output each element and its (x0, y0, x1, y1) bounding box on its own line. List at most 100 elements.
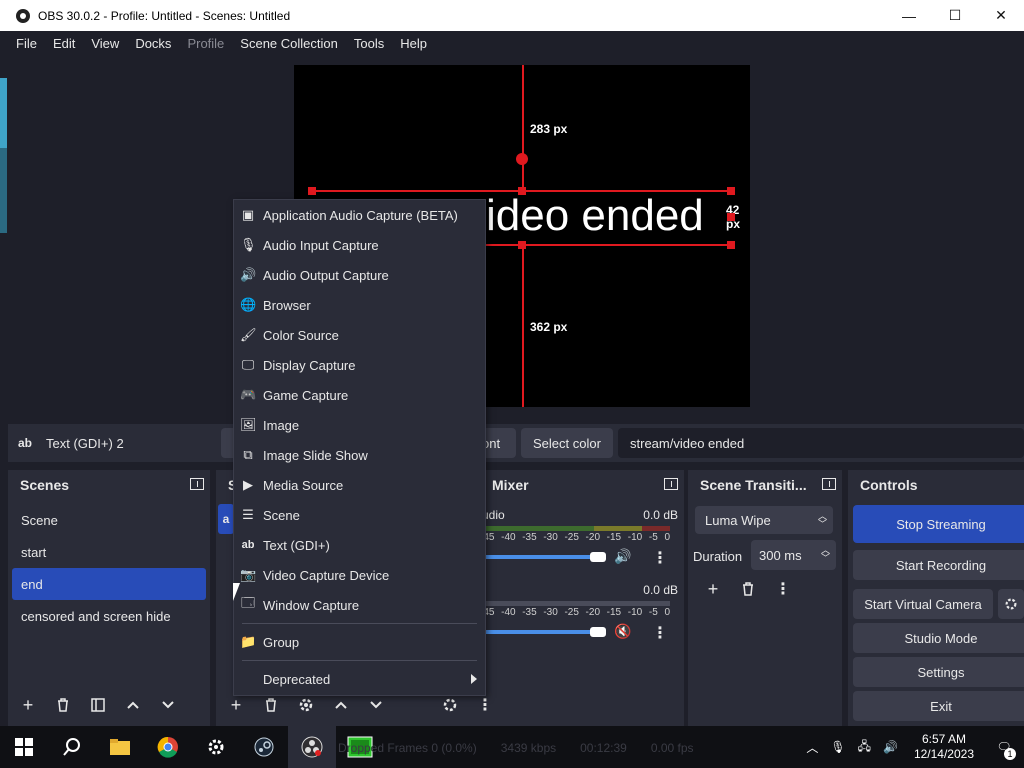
start-recording-button[interactable]: Start Recording (853, 550, 1024, 580)
resize-handle-t[interactable] (518, 187, 526, 195)
resize-handle-r[interactable] (727, 213, 735, 221)
slideshow-icon: ⧉ (243, 447, 253, 462)
menu-tools[interactable]: Tools (346, 36, 392, 51)
add-transition-button[interactable]: + (698, 575, 728, 603)
selected-source-name: Text (GDI+) 2 (46, 435, 124, 451)
settings-app-button[interactable] (192, 726, 240, 768)
text-source-icon: ab (18, 436, 33, 450)
selected-source: ab Text (GDI+) 2 (8, 436, 218, 451)
menu-item-image[interactable]: 🖼 Image (234, 410, 485, 440)
menu-scene-collection[interactable]: Scene Collection (232, 36, 346, 51)
network-icon[interactable]: 🖧 (858, 737, 871, 758)
menu-item-media-source[interactable]: ▶ Media Source (234, 470, 485, 500)
dock-float-icon[interactable] (190, 478, 204, 490)
add-scene-button[interactable]: + (13, 691, 43, 719)
menu-item-window-capture[interactable]: 🗔 Window Capture (234, 590, 485, 620)
dock-float-icon[interactable] (822, 478, 836, 490)
search-button[interactable] (48, 726, 96, 768)
menu-item-color-source[interactable]: 🖌 Color Source (234, 320, 485, 350)
menu-item-scene[interactable]: ☰ Scene (234, 500, 485, 530)
menu-profile[interactable]: Profile (179, 36, 232, 51)
resize-handle-b[interactable] (518, 241, 526, 249)
microphone-icon[interactable]: 🎙 (830, 740, 845, 754)
maximize-button[interactable]: ☐ (932, 0, 978, 31)
menu-edit[interactable]: Edit (45, 36, 83, 51)
start-virtual-camera-button[interactable]: Start Virtual Camera (853, 589, 993, 619)
source-properties-bar: ab Text (GDI+) 2 ont Select color stream… (8, 424, 1024, 462)
dock-float-icon[interactable] (664, 478, 678, 490)
scene-list: Scene start end censored and screen hide (12, 504, 206, 632)
remove-transition-button[interactable] (733, 575, 763, 603)
scene-item-selected[interactable]: end (12, 568, 206, 600)
track-menu-icon[interactable]: ⋮ (652, 548, 668, 568)
chevron-updown-icon: ︿ ﹀ (817, 511, 827, 529)
close-button[interactable]: ✕ (978, 0, 1024, 31)
menu-docks[interactable]: Docks (127, 36, 179, 51)
stop-streaming-button[interactable]: Stop Streaming (853, 505, 1024, 543)
studio-mode-button[interactable]: Studio Mode (853, 623, 1024, 653)
volume-icon[interactable]: 🔊 (883, 740, 898, 754)
volume-slider[interactable] (484, 630, 596, 634)
steam-button[interactable] (240, 726, 288, 768)
menu-item-application-audio-capture[interactable]: ▣ Application Audio Capture (BETA) (234, 200, 485, 230)
trash-icon (58, 698, 68, 712)
move-scene-down-button[interactable] (153, 691, 183, 719)
controls-title: Controls (860, 477, 918, 493)
mouse-cursor (233, 583, 247, 601)
volume-slider[interactable] (484, 555, 596, 559)
menu-item-browser[interactable]: 🌐 Browser (234, 290, 485, 320)
mixer-track: udio 0.0 dB -45 -40 -35 -30 -25 -20 -15 -10 -5 0 … (480, 508, 678, 578)
file-explorer-button[interactable] (96, 726, 144, 768)
exit-button[interactable]: Exit (853, 691, 1024, 721)
submenu-arrow-icon (471, 674, 477, 684)
duration-spinbox[interactable]: 300 ms ︿ ﹀ (751, 540, 836, 570)
menu-item-image-slide-show[interactable]: ⧉ Image Slide Show (234, 440, 485, 470)
clock-date: 12/14/2023 (913, 747, 974, 761)
menu-help[interactable]: Help (392, 36, 435, 51)
scene-item[interactable]: start (12, 536, 206, 568)
start-button[interactable] (0, 726, 48, 768)
canvas-text-source: video ended (464, 191, 704, 240)
menu-item-video-capture-device[interactable]: 📷 Video Capture Device (234, 560, 485, 590)
virtual-camera-settings-button[interactable] (998, 589, 1024, 619)
menu-item-audio-output-capture[interactable]: 🔊 Audio Output Capture (234, 260, 485, 290)
menu-item-deprecated[interactable]: Deprecated (234, 664, 485, 694)
scene-item[interactable]: censored and screen hide (12, 600, 206, 632)
resize-handle-tl[interactable] (308, 187, 316, 195)
clock[interactable]: 6:57 AM 12/14/2023 (904, 732, 984, 762)
remove-scene-button[interactable] (48, 691, 78, 719)
menu-item-game-capture[interactable]: 🎮 Game Capture (234, 380, 485, 410)
menu-item-text-gdi[interactable]: ab Text (GDI+) (234, 530, 485, 560)
menu-item-display-capture[interactable]: 🖵 Display Capture (234, 350, 485, 380)
chrome-button[interactable] (144, 726, 192, 768)
move-scene-up-button[interactable] (118, 691, 148, 719)
source-item-selected[interactable]: a (218, 504, 234, 534)
speaker-icon[interactable]: 🔊 (614, 548, 631, 565)
scene-item[interactable]: Scene (12, 504, 206, 536)
menu-view[interactable]: View (83, 36, 127, 51)
notification-center-button[interactable]: 🗨 1 (984, 726, 1024, 768)
text-input-field[interactable]: stream/video ended (618, 428, 1024, 458)
resize-handle-br[interactable] (727, 241, 735, 249)
play-icon: ▶ (243, 477, 253, 492)
spin-arrows-icon[interactable]: ︿ ﹀ (821, 546, 830, 563)
track-menu-icon[interactable]: ⋮ (652, 623, 668, 643)
transition-select[interactable]: Luma Wipe ︿ ﹀ (695, 506, 833, 534)
resize-handle-tr[interactable] (727, 187, 735, 195)
search-icon (63, 738, 80, 756)
chevron-up-icon[interactable]: ︿ (806, 739, 818, 756)
menu-file[interactable]: File (8, 36, 45, 51)
menu-item-audio-input-capture[interactable]: 🎙 Audio Input Capture (234, 230, 485, 260)
scene-filters-button[interactable] (83, 691, 113, 719)
minimize-button[interactable]: — (886, 0, 932, 31)
volume-slider-handle[interactable] (590, 552, 606, 562)
obs-icon (301, 736, 323, 758)
transition-menu-icon[interactable]: ⋮ (768, 575, 798, 603)
rotation-handle[interactable] (516, 153, 528, 165)
settings-button[interactable]: Settings (853, 657, 1024, 687)
volume-slider-handle[interactable] (590, 627, 606, 637)
select-color-button[interactable]: Select color (521, 428, 613, 458)
menu-item-group[interactable]: 📁 Group (234, 627, 485, 657)
obs-button[interactable] (288, 726, 336, 768)
muted-speaker-icon[interactable]: 🔇 (614, 623, 631, 640)
